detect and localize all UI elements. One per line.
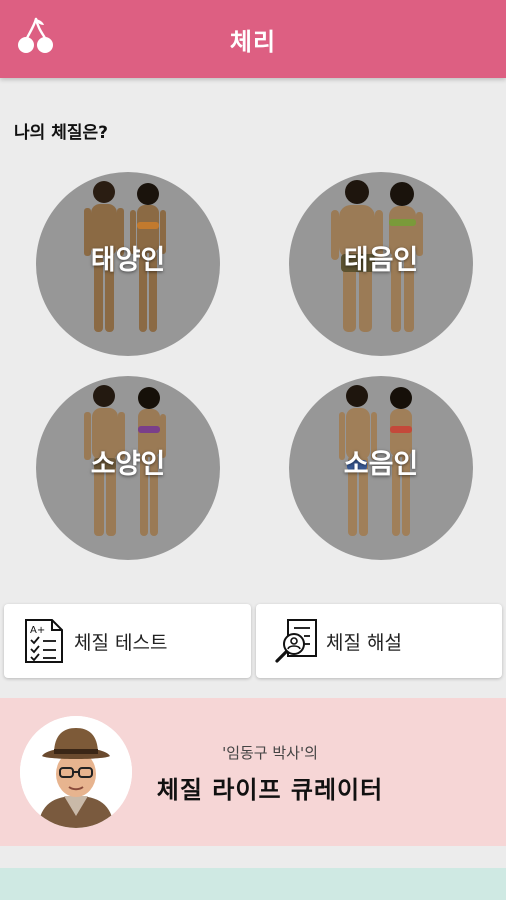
- doctor-avatar: [20, 716, 132, 828]
- app-bar: 체리: [0, 0, 506, 78]
- curator-title: 체질 라이프 큐레이터: [156, 776, 384, 804]
- type-label-soyang: 소양인: [90, 449, 166, 480]
- curator-banner[interactable]: '임동구 박사'의 체질 라이프 큐레이터: [0, 698, 506, 846]
- curator-subtitle: '임동구 박사'의: [222, 744, 318, 762]
- type-label-taeyang: 태양인: [90, 245, 166, 276]
- checklist-icon: A+: [25, 619, 63, 663]
- constitution-test-button[interactable]: A+ 체질 테스트: [4, 604, 251, 678]
- constitution-explanation-button[interactable]: 체질 해설: [256, 604, 502, 678]
- type-label-soeum: 소음인: [343, 449, 419, 480]
- type-soyang-button[interactable]: 소양인: [36, 376, 220, 560]
- svg-text:A+: A+: [30, 625, 45, 636]
- app-title: 체리: [229, 28, 277, 56]
- type-taeeum-button[interactable]: 태음인: [289, 172, 473, 356]
- type-taeyang-button[interactable]: 태양인: [36, 172, 220, 356]
- bottom-strip: [0, 868, 506, 900]
- section-title: 나의 체질은?: [14, 123, 108, 143]
- constitution-explanation-label: 체질 해설: [326, 632, 402, 654]
- type-soeum-button[interactable]: 소음인: [289, 376, 473, 560]
- magnifier-document-icon: [275, 619, 317, 663]
- type-label-taeeum: 태음인: [343, 245, 419, 276]
- constitution-test-label: 체질 테스트: [74, 632, 168, 654]
